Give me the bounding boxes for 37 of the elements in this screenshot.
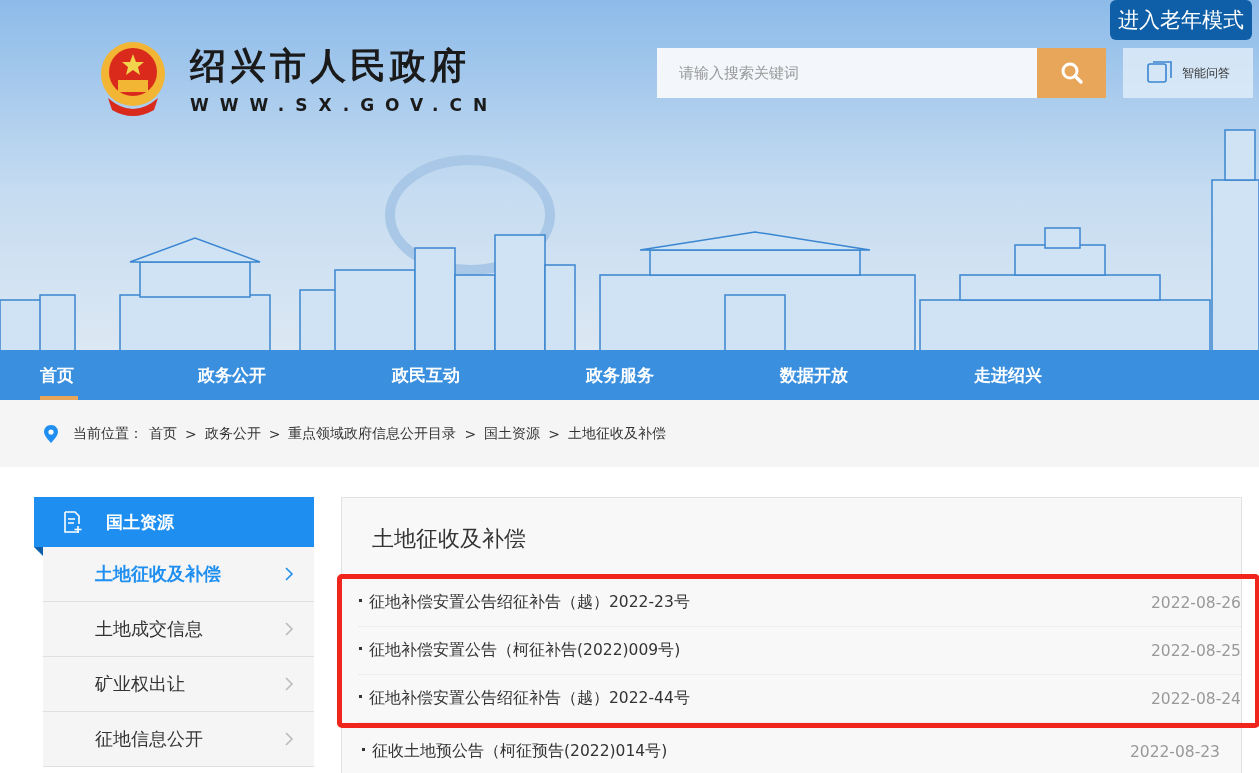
article-link[interactable]: 征收土地预公告（柯征预告(2022)014号)	[362, 741, 668, 762]
site-url: WWW.SX.GOV.CN	[190, 94, 499, 115]
article-date: 2022-08-25	[1150, 641, 1241, 660]
chevron-right-icon	[284, 676, 294, 692]
chevron-right-icon	[284, 731, 294, 747]
article-date: 2022-08-24	[1150, 689, 1241, 708]
elder-mode-button[interactable]: 进入老年模式	[1110, 0, 1252, 40]
assistant-button[interactable]: 智能问答	[1123, 48, 1253, 98]
breadcrumb-link[interactable]: 国土资源	[484, 424, 541, 443]
breadcrumb-link[interactable]: 政务公开	[204, 424, 261, 443]
search-button[interactable]	[1037, 48, 1106, 98]
breadcrumb-separator: >	[548, 425, 560, 442]
location-pin-icon	[43, 423, 59, 444]
document-icon	[62, 510, 84, 534]
sidebar-title: 国土资源	[106, 510, 174, 534]
breadcrumb-separator: >	[464, 425, 477, 442]
chevron-right-icon	[284, 566, 294, 582]
search-field[interactable]: 请输入搜索关键词	[657, 48, 1037, 98]
breadcrumb-separator: >	[185, 425, 197, 442]
breadcrumb-separator: >	[268, 425, 281, 442]
breadcrumb-link[interactable]: 首页	[149, 424, 177, 443]
article-date: 2022-08-26	[1150, 593, 1241, 612]
article-link[interactable]: 征地补偿安置公告绍征补告（越）2022-23号	[359, 592, 690, 613]
site-name: 绍兴市人民政府	[190, 43, 471, 88]
article-link[interactable]: 征地补偿安置公告绍征补告（越）2022-44号	[359, 688, 690, 709]
chevron-right-icon	[284, 621, 294, 637]
section-title: 土地征收及补偿	[372, 525, 527, 553]
breadcrumb-link[interactable]: 土地征收及补偿	[567, 424, 666, 443]
sidebar-item[interactable]: 土地成交信息	[43, 602, 314, 657]
breadcrumb-label: 当前位置：	[73, 424, 143, 443]
breadcrumb-link[interactable]: 重点领域政府信息公开目录	[288, 424, 457, 443]
search-icon	[1059, 61, 1084, 85]
emblem-icon	[98, 40, 168, 116]
sidebar-item[interactable]: 矿业权出让	[43, 657, 314, 712]
article-link[interactable]: 征地补偿安置公告（柯征补告(2022)009号)	[359, 640, 681, 661]
sidebar-item[interactable]: 征地信息公开	[43, 712, 314, 767]
article-date: 2022-08-23	[1129, 742, 1220, 761]
